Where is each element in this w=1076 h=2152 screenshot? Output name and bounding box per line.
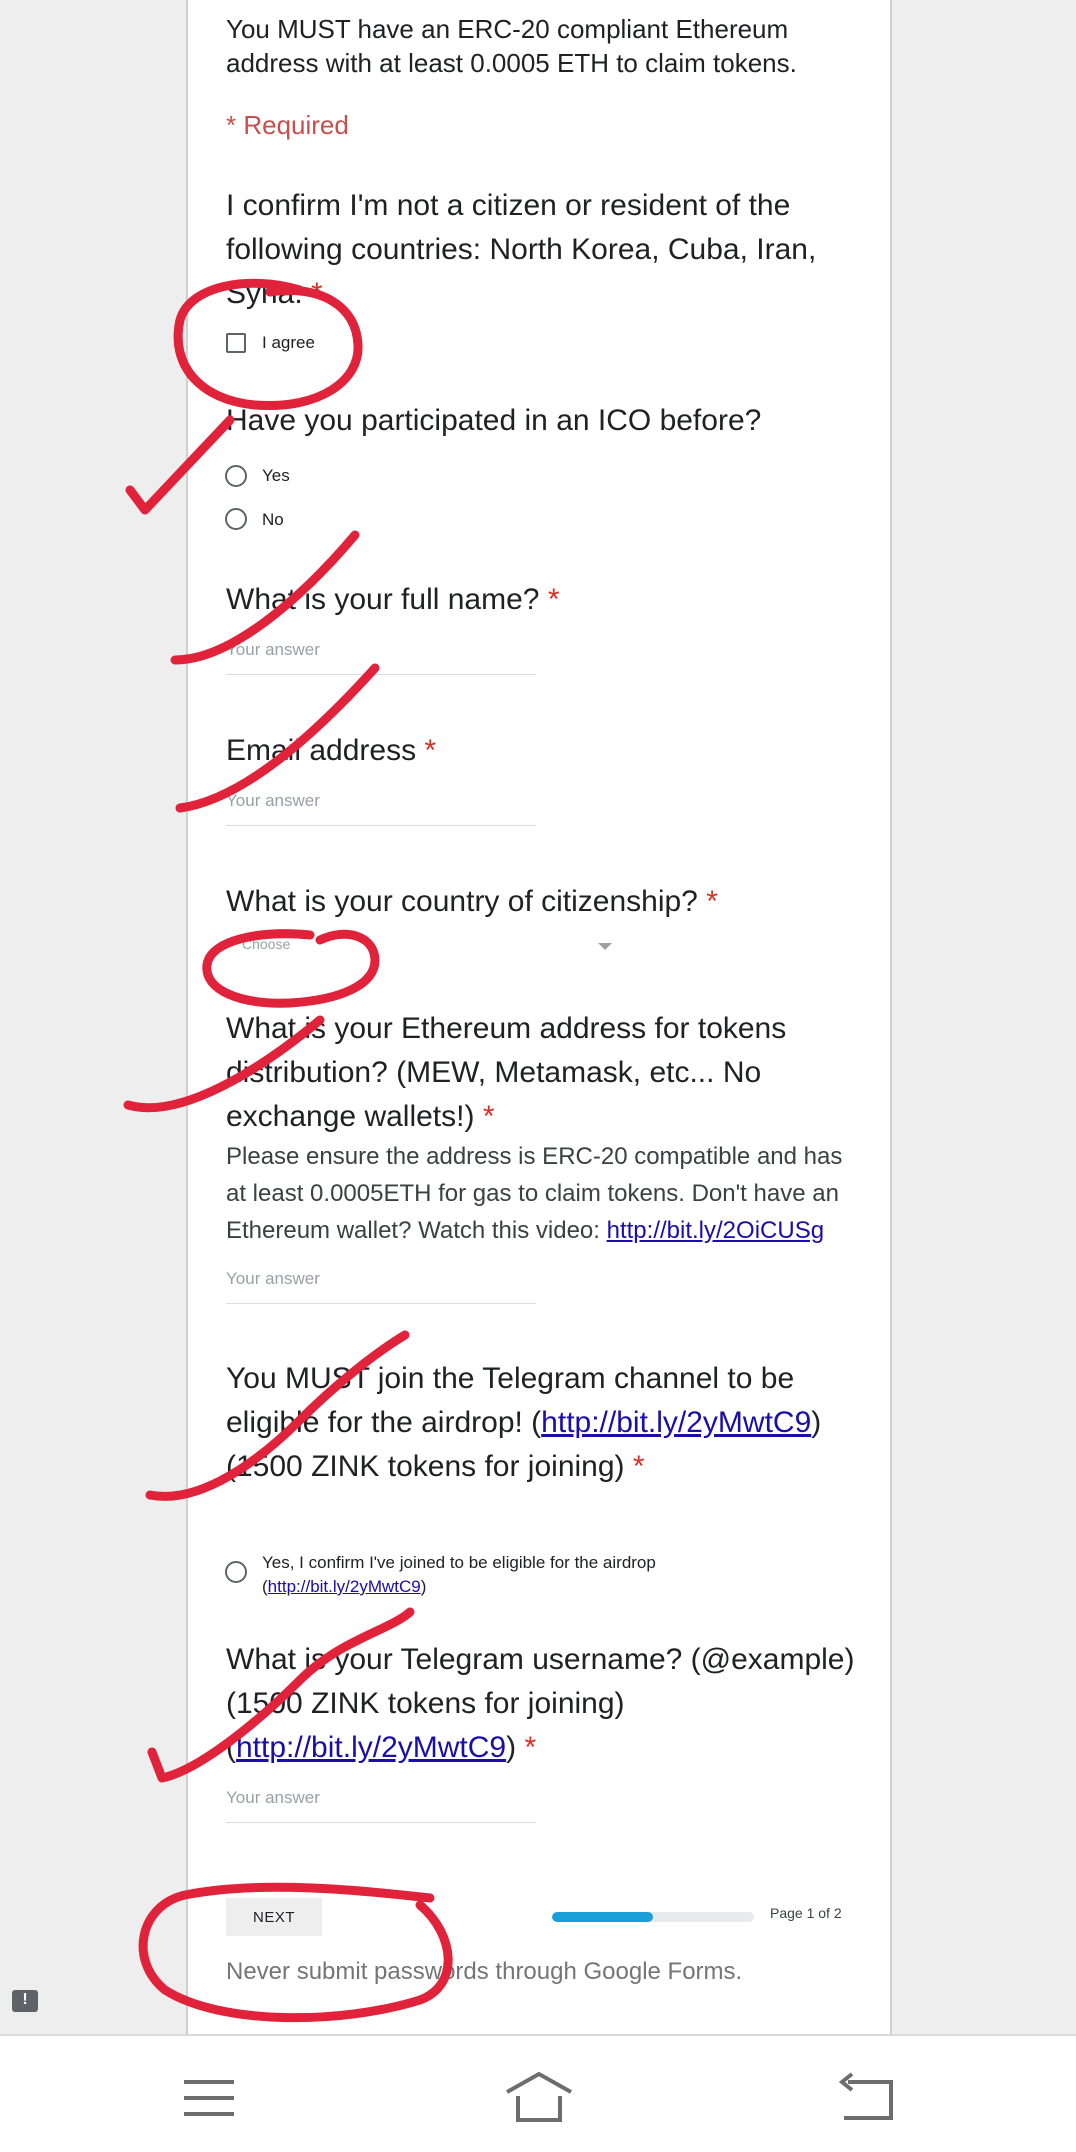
page-indicator: Page 1 of 2 (770, 1905, 842, 1921)
radio-yes[interactable] (225, 465, 247, 487)
question-title: What is your Ethereum address for tokens… (226, 1012, 787, 1133)
question-country-confirm: I confirm I'm not a citizen or resident … (226, 184, 866, 316)
email-field-wrap (226, 791, 536, 826)
telegram-confirm-radio[interactable] (225, 1561, 247, 1583)
required-star: * (424, 734, 437, 767)
required-star: * (482, 1100, 495, 1133)
question-country: What is your country of citizenship? * (226, 880, 866, 924)
select-value: Choose (242, 936, 291, 952)
required-note: * Required (226, 110, 349, 140)
form-intro: You MUST have an ERC-20 compliant Ethere… (226, 14, 797, 78)
form-card: You MUST have an ERC-20 compliant Ethere… (186, 0, 892, 2034)
eth-help-text: Please ensure the address is ERC-20 comp… (226, 1138, 866, 1249)
question-ico: Have you participated in an ICO before? (226, 404, 762, 437)
radio-no-label: No (262, 510, 284, 529)
password-warning: Never submit passwords through Google Fo… (226, 1958, 743, 1985)
required-star: * (706, 885, 718, 918)
back-icon[interactable] (836, 2072, 896, 2122)
progress-fill (552, 1912, 653, 1922)
dropdown-arrow-icon (598, 943, 612, 950)
agree-label: I agree (262, 333, 315, 352)
radio-no[interactable] (225, 508, 247, 530)
country-select[interactable]: Choose (242, 933, 612, 963)
telegram-confirm-label: Yes, I confirm I've joined to be eligibl… (262, 1551, 732, 1599)
question-title: What is your country of citizenship? (226, 885, 698, 918)
question-title: Email address (226, 734, 417, 767)
question-eth-address: What is your Ethereum address for tokens… (226, 1007, 866, 1139)
required-star: * (311, 277, 323, 310)
next-button[interactable]: NEXT (226, 1898, 322, 1936)
question-full-name: What is your full name? * (226, 578, 866, 622)
required-star: * (547, 583, 560, 616)
option-text-end: ) (420, 1577, 427, 1596)
eth-address-input[interactable] (226, 1269, 536, 1289)
agree-checkbox[interactable] (226, 333, 246, 353)
question-title: What is your full name? (226, 583, 540, 616)
telegram-link[interactable]: http://bit.ly/2yMwtC9 (541, 1406, 811, 1439)
full-name-input[interactable] (226, 640, 536, 660)
eth-field-wrap (226, 1269, 536, 1304)
question-telegram-join: You MUST join the Telegram channel to be… (226, 1357, 866, 1489)
required-star: * (524, 1731, 537, 1764)
required-star: * (632, 1450, 645, 1483)
question-telegram-username: What is your Telegram username? (@exampl… (226, 1638, 866, 1770)
bottom-navbar (0, 2034, 1076, 2152)
telegram-link[interactable]: http://bit.ly/2yMwtC9 (236, 1731, 506, 1764)
progress-bar (552, 1912, 754, 1922)
radio-yes-label: Yes (262, 466, 290, 485)
telegram-option-link[interactable]: http://bit.ly/2yMwtC9 (268, 1577, 421, 1596)
home-icon[interactable] (504, 2070, 574, 2124)
question-email: Email address * (226, 729, 866, 773)
menu-icon[interactable] (184, 2078, 236, 2118)
wallet-video-link[interactable]: http://bit.ly/2OiCUSg (607, 1217, 824, 1244)
telegram-username-input[interactable] (226, 1788, 536, 1808)
full-name-field-wrap (226, 640, 536, 675)
telegram-username-field-wrap (226, 1788, 536, 1823)
email-input[interactable] (226, 791, 536, 811)
question-title-cont: ) (506, 1731, 517, 1764)
report-icon[interactable]: ! (12, 1990, 38, 2012)
